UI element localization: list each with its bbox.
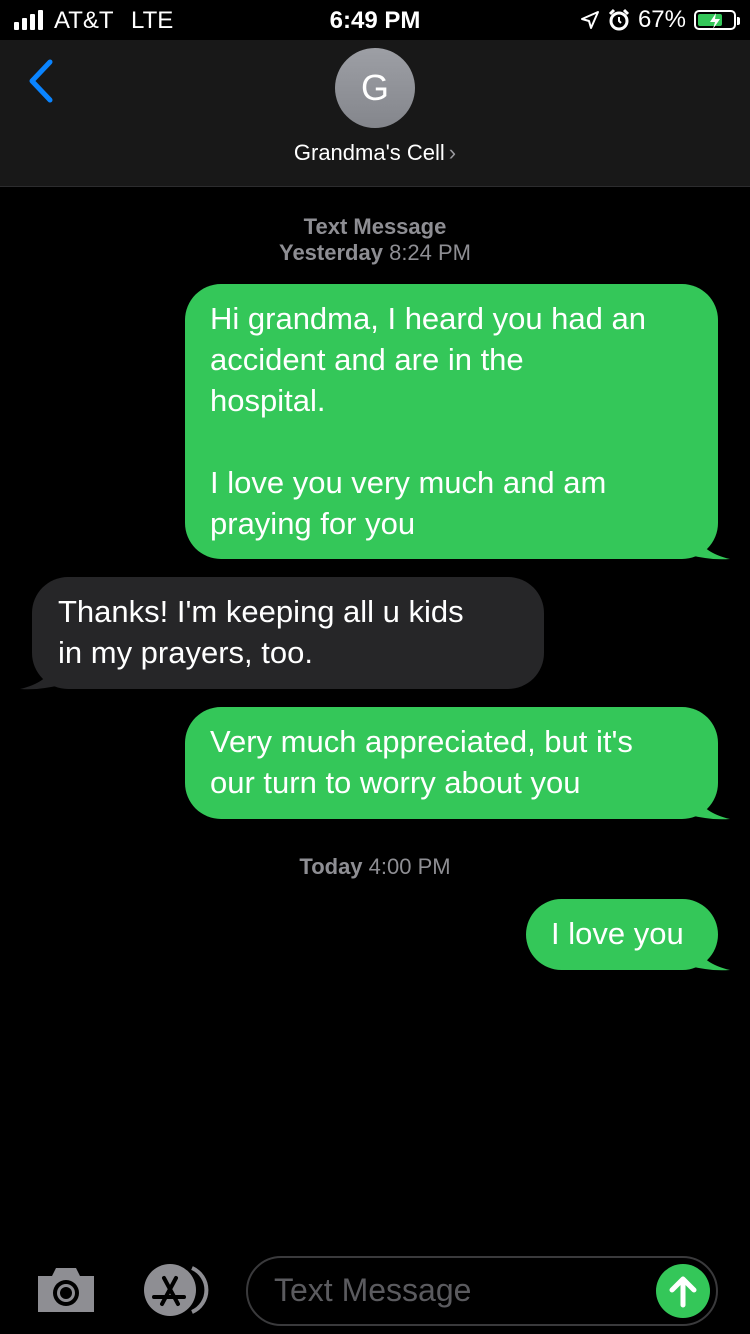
location-arrow-icon xyxy=(580,11,599,29)
status-bar: AT&T LTE 6:49 PM 67% xyxy=(0,0,750,40)
message-line: praying for you xyxy=(210,506,416,541)
send-button[interactable] xyxy=(656,1264,710,1318)
chevron-right-icon: › xyxy=(448,140,457,165)
message-line: accident and are in the xyxy=(210,342,524,377)
message-line: hospital. xyxy=(210,383,326,418)
time-label: 8:24 PM xyxy=(389,240,472,265)
message-bubble-sent[interactable]: Hi grandma, I heard you had an accident … xyxy=(185,284,718,559)
send-arrow-icon xyxy=(669,1276,697,1308)
time-label: 4:00 PM xyxy=(368,854,451,879)
thread-meta-yesterday: Text Message Yesterday 8:24 PM xyxy=(0,214,750,266)
message-line: I love you very much and am xyxy=(210,465,607,500)
message-line: in my prayers, too. xyxy=(58,635,313,670)
bubble-tail-sent xyxy=(690,940,730,971)
contact-avatar[interactable]: G xyxy=(335,48,415,128)
app-store-icon[interactable] xyxy=(140,1264,212,1316)
service-label: Text Message xyxy=(303,214,447,239)
message-input-placeholder: Text Message xyxy=(274,1272,472,1308)
battery-charging-icon xyxy=(694,10,740,30)
message-line xyxy=(210,421,694,462)
conversation-header: G Grandma's Cell › xyxy=(0,40,750,187)
message-line: our turn to worry about you xyxy=(210,765,581,800)
alarm-icon xyxy=(608,8,630,31)
message-line: Thanks! I'm keeping all u kids xyxy=(58,594,464,629)
day-label: Yesterday xyxy=(278,240,383,265)
message-line: Very much appreciated, but it's xyxy=(210,724,633,759)
battery-percent: 67% xyxy=(637,6,686,33)
message-bubble-received[interactable]: Thanks! I'm keeping all u kids in my pra… xyxy=(32,577,544,689)
message-line: I love you xyxy=(551,916,684,951)
bubble-tail-sent xyxy=(690,789,730,820)
bubble-tail-received xyxy=(20,659,60,690)
back-chevron-icon[interactable] xyxy=(24,58,58,104)
avatar-initial: G xyxy=(360,67,389,108)
thread-meta-today: Today 4:00 PM xyxy=(0,854,750,880)
contact-name: Grandma's Cell xyxy=(293,140,445,165)
contact-name-button[interactable]: Grandma's Cell › xyxy=(0,140,750,166)
status-right-group: 67% xyxy=(580,6,740,34)
message-input[interactable]: Text Message xyxy=(246,1256,718,1326)
message-line: Hi grandma, I heard you had an xyxy=(210,301,646,336)
message-bubble-sent[interactable]: Very much appreciated, but it's our turn… xyxy=(185,707,718,819)
bubble-tail-sent xyxy=(690,529,730,560)
day-label: Today xyxy=(299,854,363,879)
camera-icon[interactable] xyxy=(34,1264,98,1316)
